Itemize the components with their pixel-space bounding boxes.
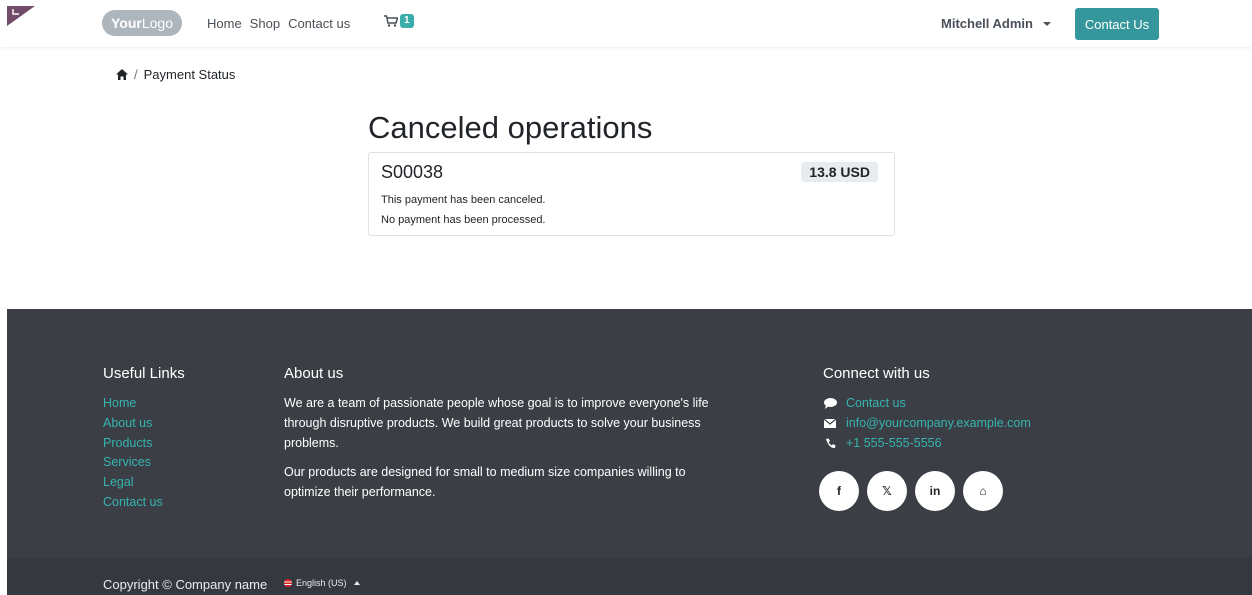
connect-section: Connect with us Contact us info@yourcomp… — [823, 365, 1031, 453]
nav-shop[interactable]: Shop — [250, 16, 280, 31]
footer-link-home[interactable]: Home — [103, 394, 185, 414]
connect-phone[interactable]: +1 555-555-5556 — [823, 434, 1031, 454]
site-footer: Useful Links Home About us Products Serv… — [7, 309, 1252, 558]
logo[interactable]: Your Logo — [102, 10, 182, 36]
edit-corner-icon[interactable] — [7, 6, 35, 26]
breadcrumb: / Payment Status — [116, 67, 235, 82]
caret-down-icon — [1042, 21, 1051, 26]
nav-contact-us[interactable]: Contact us — [288, 16, 350, 31]
logo-text: Logo — [141, 15, 173, 31]
payment-status-message: This payment has been canceled. — [381, 194, 546, 206]
us-flag-icon — [284, 579, 292, 587]
home-icon[interactable]: ⌂ — [963, 471, 1003, 511]
main-nav: Home Shop Contact us — [207, 16, 350, 31]
about-us-section: About us We are a team of passionate peo… — [284, 365, 724, 503]
phone-icon — [823, 438, 837, 449]
x-twitter-icon[interactable]: 𝕏 — [867, 471, 907, 511]
cart-count-badge: 1 — [400, 14, 414, 28]
logo-bold: Your — [110, 15, 142, 31]
useful-links-title: Useful Links — [103, 365, 185, 382]
page-title: Canceled operations — [368, 110, 653, 145]
footer-link-about-us[interactable]: About us — [103, 414, 185, 434]
connect-contact-us-text: Contact us — [846, 396, 906, 410]
connect-email[interactable]: info@yourcompany.example.com — [823, 414, 1031, 434]
connect-title: Connect with us — [823, 365, 930, 382]
facebook-icon[interactable]: f — [819, 471, 859, 511]
cart-icon — [384, 15, 398, 27]
language-selector[interactable]: English (US) — [284, 578, 360, 588]
connect-email-text: info@yourcompany.example.com — [846, 415, 1031, 430]
breadcrumb-current: Payment Status — [143, 67, 236, 82]
user-menu[interactable]: Mitchell Admin — [941, 16, 1051, 31]
connect-contact-us[interactable]: Contact us — [823, 394, 1031, 414]
linkedin-icon[interactable]: in — [915, 471, 955, 511]
payment-reference: S00038 — [381, 162, 444, 182]
social-links: f 𝕏 in ⌂ — [819, 471, 1003, 511]
footer-link-services[interactable]: Services — [103, 453, 185, 473]
chat-icon — [823, 398, 837, 410]
useful-links-section: Useful Links Home About us Products Serv… — [103, 365, 185, 513]
nav-home[interactable]: Home — [207, 16, 242, 31]
user-name: Mitchell Admin — [941, 16, 1033, 31]
payment-card: S00038 13.8 USD This payment has been ca… — [368, 152, 895, 236]
footer-link-products[interactable]: Products — [103, 434, 185, 454]
footer-link-legal[interactable]: Legal — [103, 473, 185, 493]
footer-link-contact-us[interactable]: Contact us — [103, 493, 185, 513]
site-header: Your Logo Home Shop Contact us 1 Mitchell… — [0, 0, 1252, 47]
copyright-text: Copyright © Company name — [103, 577, 268, 592]
home-icon[interactable] — [116, 69, 128, 80]
contact-us-button[interactable]: Contact Us — [1075, 8, 1159, 40]
language-label: English (US) — [296, 578, 347, 588]
connect-phone-text: +1 555-555-5556 — [846, 435, 942, 450]
copyright-bar: Copyright © Company name English (US) — [7, 558, 1252, 595]
about-us-title: About us — [284, 365, 344, 382]
payment-processed-message: No payment has been processed. — [381, 214, 546, 226]
breadcrumb-separator: / — [134, 67, 138, 82]
payment-amount: 13.8 USD — [801, 162, 878, 182]
envelope-icon — [823, 419, 837, 429]
about-us-paragraph-1: We are a team of passionate people whose… — [284, 396, 709, 450]
cart-link[interactable]: 1 — [384, 14, 414, 28]
about-us-paragraph-2: Our products are designed for small to m… — [284, 465, 686, 500]
caret-up-icon — [353, 581, 360, 585]
